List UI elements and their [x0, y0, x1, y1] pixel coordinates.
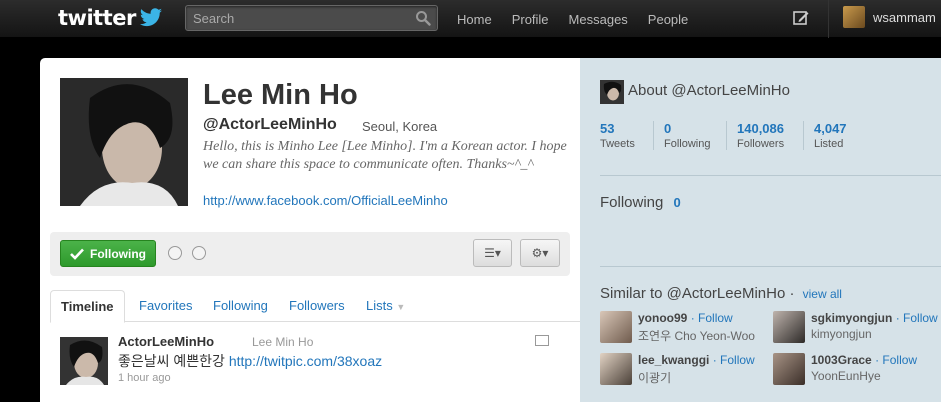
similar-user-avatar[interactable]	[773, 353, 805, 385]
view-all-link[interactable]: view all	[803, 287, 842, 301]
tweet-text-body: 좋은날씨 예쁜한강	[118, 353, 229, 369]
search-box	[185, 5, 438, 31]
top-bar: twitter Home Profile Messages People wsa…	[0, 0, 941, 38]
tab-timeline[interactable]: Timeline	[50, 290, 125, 323]
similar-section-title: Similar to @ActorLeeMinHo · view all	[600, 285, 842, 302]
user-divider	[828, 0, 829, 38]
follow-link[interactable]: · Follow	[896, 311, 938, 325]
tweet-fullname: Lee Min Ho	[252, 335, 314, 349]
compose-tweet-icon[interactable]	[792, 9, 810, 27]
media-icon[interactable]	[535, 335, 549, 346]
profile-action-bar: Following ☰▾ ⚙▾	[50, 232, 570, 276]
similar-user-realname: 이광기	[638, 371, 672, 385]
user-avatar	[843, 6, 865, 28]
list-menu-button[interactable]: ☰▾	[473, 239, 512, 267]
sidebar-divider	[600, 175, 941, 176]
stat-following[interactable]: 0 Following	[653, 121, 710, 150]
follow-link[interactable]: · Follow	[875, 353, 917, 367]
top-nav: Home Profile Messages People	[457, 0, 708, 38]
nav-profile[interactable]: Profile	[512, 12, 549, 27]
stat-following-label: Following	[664, 138, 711, 150]
stat-listed-count: 4,047	[814, 121, 847, 136]
stat-followers-label: Followers	[737, 138, 785, 150]
profile-tabs: Timeline Favorites Following Followers L…	[50, 290, 580, 323]
follow-link[interactable]: · Follow	[691, 311, 733, 325]
similar-user-avatar[interactable]	[600, 311, 632, 343]
settings-menu-button[interactable]: ⚙▾	[520, 239, 560, 267]
tweet-username[interactable]: ActorLeeMinHo	[118, 334, 214, 349]
stat-listed[interactable]: 4,047 Listed	[803, 121, 847, 150]
profile-photo[interactable]	[60, 78, 188, 206]
tab-following[interactable]: Following	[213, 290, 268, 322]
list-icon: ☰▾	[484, 246, 501, 260]
similar-user-realname: YoonEunHye	[811, 369, 881, 383]
twitter-logo[interactable]: twitter	[58, 5, 163, 31]
stat-followers[interactable]: 140,086 Followers	[726, 121, 784, 150]
following-section: Following 0	[600, 194, 681, 211]
nav-home[interactable]: Home	[457, 12, 492, 27]
similar-user-name-row: 1003Grace · Follow	[811, 353, 917, 367]
stat-tweets[interactable]: 53 Tweets	[590, 121, 635, 150]
following-section-count[interactable]: 0	[674, 195, 681, 210]
user-menu[interactable]: wsammam	[843, 6, 936, 28]
profile-sidebar: About @ActorLeeMinHo 53 Tweets 0 Followi…	[580, 58, 941, 402]
profile-name: Lee Min Ho	[203, 79, 358, 111]
tab-followers[interactable]: Followers	[289, 290, 345, 322]
stat-tweets-count: 53	[600, 121, 615, 136]
stat-followers-count: 140,086	[737, 121, 784, 136]
following-section-label: Following	[600, 194, 664, 211]
stat-tweets-label: Tweets	[600, 138, 635, 150]
similar-user[interactable]: sgkimyongjun · Follow kimyongjun	[773, 311, 941, 345]
profile-panel: Lee Min Ho @ActorLeeMinHo Seoul, Korea H…	[40, 58, 580, 402]
checkmark-icon	[70, 248, 84, 260]
retweets-toggle-icon[interactable]	[192, 246, 206, 260]
similar-user-screenname[interactable]: lee_kwanggi	[638, 353, 709, 367]
profile-location: Seoul, Korea	[362, 119, 438, 134]
stat-listed-label: Listed	[814, 138, 844, 150]
similar-user-avatar[interactable]	[600, 353, 632, 385]
profile-url[interactable]: http://www.facebook.com/OfficialLeeMinho	[203, 193, 448, 208]
tab-favorites[interactable]: Favorites	[139, 290, 192, 322]
mention-icon[interactable]	[168, 246, 182, 260]
chevron-down-icon: ▼	[396, 302, 406, 312]
similar-user[interactable]: 1003Grace · Follow YoonEunHye	[773, 353, 941, 387]
similar-title: Similar to @ActorLeeMinHo ·	[600, 285, 795, 302]
tweet-link[interactable]: http://twitpic.com/38xoaz	[229, 353, 382, 369]
similar-user[interactable]: lee_kwanggi · Follow 이광기	[600, 353, 775, 387]
search-input[interactable]	[186, 6, 406, 30]
profile-handle: @ActorLeeMinHo	[203, 116, 337, 133]
logo-text: twitter	[58, 6, 136, 30]
search-icon[interactable]	[415, 10, 431, 26]
about-title: About @ActorLeeMinHo	[628, 82, 790, 99]
tweet-item[interactable]: ActorLeeMinHo Lee Min Ho 좋은날씨 예쁜한강 http:…	[60, 334, 570, 394]
similar-user-screenname[interactable]: 1003Grace	[811, 353, 872, 367]
tweet-text: 좋은날씨 예쁜한강 http://twitpic.com/38xoaz	[118, 351, 382, 371]
tab-lists-label: Lists	[366, 298, 393, 313]
similar-user-screenname[interactable]: yonoo99	[638, 311, 687, 325]
following-button[interactable]: Following	[60, 240, 156, 267]
profile-bio: Hello, this is Minho Lee [Lee Minho]. I'…	[203, 139, 567, 172]
tweet-avatar[interactable]	[60, 337, 108, 385]
tweet-timestamp[interactable]: 1 hour ago	[118, 372, 171, 384]
similar-user-name-row: sgkimyongjun · Follow	[811, 311, 938, 325]
gear-icon: ⚙▾	[531, 246, 549, 260]
similar-user-realname: 조연우 Cho Yeon-Woo	[638, 329, 755, 343]
nav-messages[interactable]: Messages	[569, 12, 628, 27]
about-avatar	[600, 80, 624, 104]
bird-icon	[139, 8, 162, 27]
nav-people[interactable]: People	[648, 12, 688, 27]
similar-user-name-row: yonoo99 · Follow	[638, 311, 733, 325]
stat-following-count: 0	[664, 121, 672, 136]
sidebar-divider	[600, 266, 941, 267]
similar-user-screenname[interactable]: sgkimyongjun	[811, 311, 892, 325]
user-name: wsammam	[873, 9, 936, 25]
similar-user-name-row: lee_kwanggi · Follow	[638, 353, 755, 367]
follow-link[interactable]: · Follow	[713, 353, 755, 367]
similar-user-realname: kimyongjun	[811, 327, 872, 341]
similar-user-avatar[interactable]	[773, 311, 805, 343]
tab-lists[interactable]: Lists ▼	[366, 290, 405, 322]
similar-user[interactable]: yonoo99 · Follow 조연우 Cho Yeon-Woo	[600, 311, 775, 345]
profile-stats: 53 Tweets 0 Following 140,086 Followers …	[590, 116, 941, 160]
following-button-label: Following	[90, 246, 146, 261]
